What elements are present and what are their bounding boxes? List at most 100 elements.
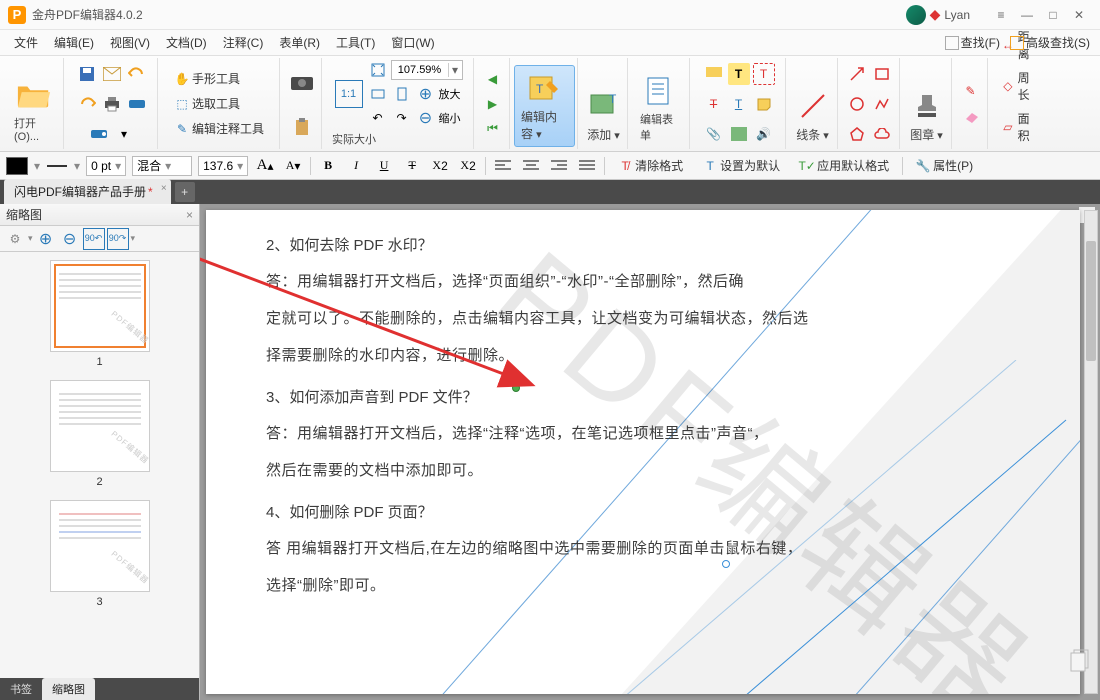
pencil-icon[interactable]: ✎ [960,80,982,102]
thumbnail-page-3[interactable]: PDF编辑器 [50,500,150,592]
scrollbar-thumb[interactable] [1086,241,1096,361]
print-icon[interactable] [101,93,123,115]
tab-bookmark[interactable]: 书签 [0,678,42,700]
edit-content-button[interactable]: T 编辑内容 ▾ [514,65,575,147]
text-box-icon[interactable]: T [753,63,775,85]
text-highlight-icon[interactable]: T [728,63,750,85]
area-tool[interactable]: ▱面积 [994,107,1048,147]
panel-settings-icon[interactable]: ⚙ [4,228,26,250]
camera-icon[interactable] [287,69,317,95]
opacity-combo[interactable]: 137.6▾ [198,156,248,176]
zoom-dropdown-icon[interactable]: ▾ [448,63,462,77]
menu-form[interactable]: 表单(R) [271,30,328,55]
apply-default-button[interactable]: T✓应用默认格式 [793,154,896,177]
rect-shape-icon[interactable] [871,63,893,85]
edit-comment-tool[interactable]: ✎编辑注释工具 [168,117,271,140]
close-button[interactable]: ✕ [1066,2,1092,28]
menu-file[interactable]: 文件 [6,30,46,55]
tab-close-icon[interactable]: × [161,183,167,194]
handle-mid[interactable] [722,560,730,568]
polygon-icon[interactable] [846,123,868,145]
user-avatar[interactable] [906,5,926,25]
document-tab[interactable]: 闪电PDF编辑器产品手册*× [4,179,171,204]
zoom-out-icon[interactable]: ⊖ [415,107,437,129]
arrow-shape-icon[interactable] [846,63,868,85]
page-canvas[interactable]: PDF编辑器 2、如何去除 PDF 水印？ 答：用编辑器打开文档后，选择“页面组… [206,210,1080,694]
first-page-icon[interactable]: ⏮ [482,118,504,140]
menu-comment[interactable]: 注释(C) [215,30,272,55]
vertical-scrollbar[interactable] [1084,210,1098,694]
polyline-icon[interactable] [871,93,893,115]
strike-button[interactable]: T [401,155,423,177]
perimeter-tool[interactable]: ◇周长 [994,66,1048,106]
sound-icon[interactable]: 🔊 [753,123,775,145]
menu-tools[interactable]: 工具(T) [328,30,383,55]
select-tool[interactable]: ⬚选取工具 [168,92,271,115]
lines-button[interactable]: 线条 ▾ [789,84,837,147]
fit-width-icon[interactable] [367,83,389,105]
minimize-button[interactable]: — [1014,2,1040,28]
note-icon[interactable] [753,93,775,115]
actual-size-button[interactable]: 1:1 [335,80,363,108]
blend-combo[interactable]: 混合▾ [132,156,192,176]
menu-window[interactable]: 窗口(W) [383,30,442,55]
add-button[interactable]: T 添加 ▾ [580,84,628,147]
eraser-icon[interactable] [960,105,982,127]
subscript-button[interactable]: X2 [429,155,451,177]
rotate-cw-icon[interactable]: 90↷ [107,228,129,250]
stamp-button[interactable]: 图章 ▾ [903,84,951,147]
undo-icon[interactable] [126,63,148,85]
menu-view[interactable]: 视图(V) [102,30,158,55]
italic-button[interactable]: I [345,155,367,177]
scan-icon[interactable] [126,93,148,115]
maximize-button[interactable]: □ [1040,2,1066,28]
thumb-zoom-in-icon[interactable]: ⊕ [35,228,57,250]
set-default-button[interactable]: T设置为默认 [696,154,787,177]
options-icon[interactable]: ▾ [113,123,135,145]
rotate-left-icon[interactable]: ↶ [367,107,389,129]
underline-button[interactable]: U [373,155,395,177]
handle-top-rotate[interactable] [512,384,520,392]
line-style-icon[interactable] [46,155,68,177]
font-increase-icon[interactable]: A▴ [254,155,276,177]
align-justify-icon[interactable] [576,155,598,177]
menu-more-icon[interactable]: ≡ [988,2,1014,28]
image-annot-icon[interactable] [728,123,750,145]
font-decrease-icon[interactable]: A▾ [282,155,304,177]
align-left-icon[interactable] [492,155,514,177]
open-button[interactable]: 打开(O)... [8,73,59,147]
strike-icon[interactable]: T [703,93,725,115]
hand-tool[interactable]: ✋手形工具 [168,67,271,90]
edit-form-button[interactable]: 编辑表单 [634,69,685,147]
circle-shape-icon[interactable] [846,93,868,115]
next-page-icon[interactable]: ▶ [482,93,504,115]
thumb-zoom-out-icon[interactable]: ⊖ [59,228,81,250]
new-tab-button[interactable]: + [175,182,195,202]
menu-edit[interactable]: 编辑(E) [46,30,102,55]
save-icon[interactable] [76,63,98,85]
clear-format-button[interactable]: T̸清除格式 [611,154,690,177]
stroke-width-combo[interactable]: 0 pt▾ [86,156,126,176]
fill-color-swatch[interactable] [6,157,28,175]
zoom-combo[interactable]: 107.59%▾ [391,60,463,80]
underline-icon[interactable]: T [728,93,750,115]
attach-icon[interactable]: 📎 [703,123,725,145]
menu-document[interactable]: 文档(D) [158,30,215,55]
cloud-icon[interactable] [871,123,893,145]
fit-page-icon[interactable] [367,59,389,81]
align-right-icon[interactable] [548,155,570,177]
thumbnail-page-1[interactable]: PDF编辑器 [50,260,150,352]
redo-icon[interactable] [76,93,98,115]
properties-button[interactable]: 🔧属性(P) [909,154,980,177]
tab-thumbnail[interactable]: 缩略图 [42,678,95,700]
scan2-icon[interactable] [88,123,110,145]
rotate-right-icon[interactable]: ↷ [391,107,413,129]
bold-button[interactable]: B [317,155,339,177]
prev-page-icon[interactable]: ◀ [482,68,504,90]
selection-box[interactable] [516,370,1076,694]
align-center-icon[interactable] [520,155,542,177]
rotate-ccw-icon[interactable]: 90↶ [83,228,105,250]
fit-height-icon[interactable] [391,83,413,105]
superscript-button[interactable]: X2 [457,155,479,177]
clipboard-icon[interactable] [291,116,313,138]
